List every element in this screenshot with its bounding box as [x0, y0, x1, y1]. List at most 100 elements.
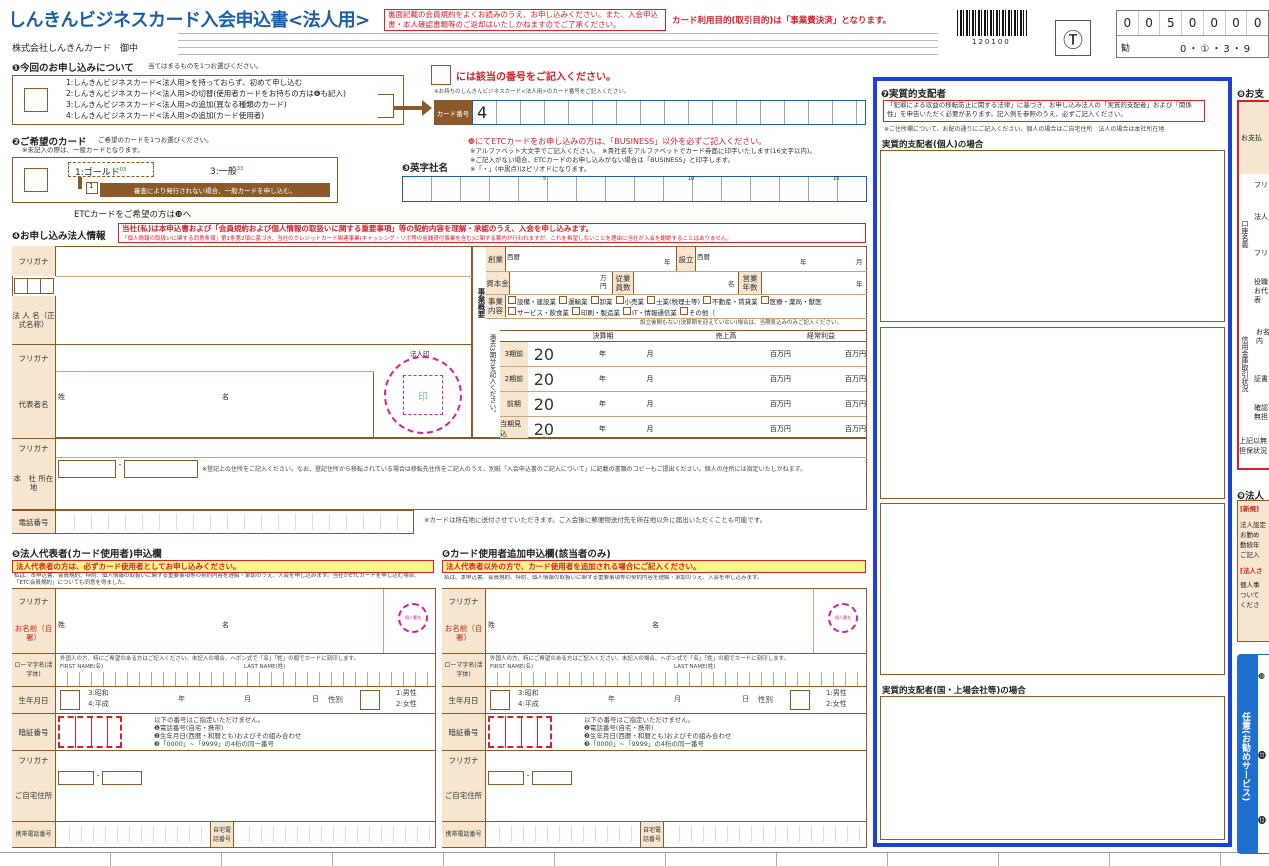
s6-roman-label: ローマ字名(活字体)	[442, 654, 486, 686]
section1-checkbox[interactable]	[24, 88, 48, 112]
code-digit: 0	[1226, 11, 1248, 35]
gold-code: 03	[119, 167, 127, 173]
s5-sex-checkbox[interactable]	[360, 690, 380, 710]
section2-checkbox[interactable]	[24, 168, 48, 192]
s6-postal[interactable]: -	[488, 771, 572, 785]
card-number-field[interactable]: 4	[472, 100, 866, 125]
s5-pin-input[interactable]	[58, 716, 122, 748]
phone-input[interactable]	[58, 514, 410, 530]
section7-title: ❼実質的支配者	[881, 89, 947, 100]
s6-sex-checkbox[interactable]	[790, 690, 810, 710]
divider	[12, 653, 436, 654]
biz-type[interactable]: IT・情報通信業	[623, 307, 677, 318]
established-era: 西暦	[697, 253, 710, 261]
section8-title: ❽お支	[1237, 89, 1265, 100]
code-digit: 0	[1204, 11, 1226, 35]
s5-era-checkbox[interactable]	[60, 690, 80, 710]
section1-subtitle: 当てはまるものを1つお選びください。	[148, 62, 263, 70]
s5-day: 日	[312, 695, 319, 703]
company-name: 株式会社しんきんカード 御中	[12, 44, 139, 54]
postal-code-field[interactable]: -	[58, 460, 198, 478]
s8-row: 確認無担	[1254, 404, 1268, 421]
fallback-num: 1	[89, 182, 94, 190]
s5-heisei: 4:平成	[88, 700, 109, 708]
biz-type[interactable]: 士業(税理士等)	[647, 296, 700, 307]
code-digit: 0	[1253, 16, 1262, 30]
rep-name-input[interactable]	[56, 372, 374, 438]
biz-type[interactable]: 印刷・製造業	[572, 307, 620, 318]
section3-note1: ❿にてETCカードをお申し込みの方は、「BUSINESS」以外を必ずご記入くださ…	[468, 137, 767, 146]
s5-mobile-input[interactable]	[58, 826, 206, 842]
employees-unit: 名	[728, 280, 735, 288]
s5-pin-note: 以下の番号はご指定いただけません。 ❶電話番号(自宅・携帯) ❷生年月日(西暦・…	[154, 716, 302, 748]
s6-name-input[interactable]	[486, 589, 814, 653]
rep-furigana-label: フリガナ	[12, 345, 56, 371]
profit-header: 経常利益	[807, 332, 835, 340]
number-entry-box[interactable]	[431, 65, 451, 85]
divider	[12, 344, 472, 345]
s8-row: 証書	[1254, 375, 1268, 383]
section7-sub-corp: 実質的支配者(国・上場会社等)の場合	[882, 686, 1026, 696]
section3-title: ❸英字社名	[402, 163, 449, 174]
s6-homephone-label: 自宅電話番号	[640, 822, 664, 847]
s6-signature-stamp[interactable]: 個人署名	[828, 603, 858, 633]
s8-row: 法人	[1254, 213, 1268, 221]
s6-mobile-input[interactable]	[488, 826, 636, 842]
biz-type[interactable]: 不動産・賃貸業	[703, 296, 758, 307]
biz-type[interactable]: サービス・飲食業	[508, 307, 569, 318]
s5-name-input[interactable]	[56, 589, 384, 653]
biz-type[interactable]: 設備・建設業	[508, 296, 556, 307]
s8-bottom: 上記以無担保状況	[1239, 437, 1267, 455]
s5-addr-furigana: フリガナ	[12, 751, 56, 769]
english-name-field[interactable]: 5 10 15	[402, 176, 867, 202]
seal-mark: 印	[418, 391, 428, 403]
s5-signature-stamp[interactable]: 個人署名	[398, 603, 428, 633]
fiscal-note: 設立後間もない(決算期を迎えていない)場合は、当期見込みのみご記入ください。	[640, 320, 843, 326]
biz-type[interactable]: 医療・薬局・獣医	[760, 296, 822, 307]
section1-title: ❶今回のお申し込みについて	[12, 63, 134, 74]
code-digit: 0	[1182, 11, 1204, 35]
corp-name-input[interactable]	[56, 277, 472, 344]
s6-last-name: LAST NAME(姓)	[674, 664, 716, 670]
biz-type[interactable]: 小売業	[615, 296, 644, 307]
address-input[interactable]	[56, 480, 867, 510]
s6-name-label: お名前（自署）	[442, 613, 486, 653]
s5-homephone-input[interactable]	[238, 826, 432, 842]
biz-type[interactable]: その他（	[679, 307, 715, 318]
arrow-line	[394, 106, 424, 110]
section6-banner: 法人代表者以外の方で、カード使用者を追加される場合にご記入ください。	[442, 560, 866, 573]
founded-label: 創業	[486, 247, 506, 271]
tick-10: 10	[688, 176, 695, 182]
section1-options: 1:しんきんビジネスカード<法人用>を持っておらず、初めて申し込む 2:しんきん…	[66, 77, 346, 121]
s6-year: 年	[608, 695, 615, 703]
card-number-caption: ※お持ちのしんきんビジネスカード<法人用>のカード番号をご記入ください。	[434, 89, 630, 95]
s5-postal[interactable]: -	[58, 771, 142, 785]
s8-row: フリ	[1254, 249, 1268, 257]
s6-homephone-input[interactable]	[668, 826, 862, 842]
biz-type[interactable]: 卸業	[590, 296, 613, 307]
consent-line2: 「個人情報の取扱いに関する同意条項」第1条第2項に基づき、当社のクレジットカード…	[122, 236, 732, 242]
s5-showa: 3:昭和	[88, 689, 109, 697]
divider	[442, 653, 867, 654]
row-label: 2期前	[500, 367, 528, 391]
biz-type[interactable]: 運輸業	[559, 296, 588, 307]
owner-block-2	[880, 327, 1225, 499]
s10-item: ⓬	[1258, 816, 1266, 825]
section7-red-note: ※ご住所欄について、お配の通りにご記入ください。個人の場合はご自宅住所 法人の場…	[884, 126, 1165, 133]
corporate-seal-area[interactable]: 印	[384, 356, 462, 434]
code-digit: 0	[1139, 11, 1161, 35]
overview-label: 事業概要	[477, 288, 486, 318]
row-year: 20	[533, 369, 555, 389]
s8-side-account: 口座名義	[1241, 220, 1249, 248]
header-fine-print	[178, 31, 938, 57]
s10-item: ❿	[1258, 672, 1266, 681]
established-year: 年	[800, 258, 807, 266]
s6-era-checkbox[interactable]	[490, 690, 510, 710]
s6-roman-input[interactable]	[486, 672, 867, 686]
general-option[interactable]: 3:一般33	[210, 164, 243, 177]
s6-first-name: FIRST NAME(名)	[490, 664, 534, 670]
s5-roman-input[interactable]	[56, 672, 436, 686]
gold-option[interactable]: 1:ゴールド03	[68, 162, 154, 178]
bottom-strip	[0, 852, 1269, 866]
s6-pin-input[interactable]	[488, 716, 552, 748]
